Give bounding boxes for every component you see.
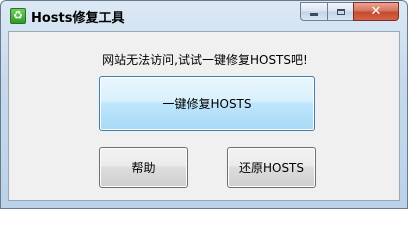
close-button[interactable]: ✕ [353, 2, 399, 21]
window-title: Hosts修复工具 [31, 11, 125, 26]
close-icon: ✕ [370, 4, 382, 19]
app-window: ♻ Hosts修复工具 ✕ 网站无法访问,试试一键修复HOSTS吧! 一键修复H… [0, 0, 408, 209]
restore-hosts-button[interactable]: 还原HOSTS [227, 147, 316, 188]
maximize-button[interactable] [327, 2, 354, 21]
one-click-repair-button[interactable]: 一键修复HOSTS [99, 76, 315, 131]
minimize-button[interactable] [300, 2, 328, 21]
recycle-icon: ♻ [10, 8, 26, 24]
dialog-body: 网站无法访问,试试一键修复HOSTS吧! 一键修复HOSTS 帮助 还原HOST… [8, 31, 400, 201]
prompt-message: 网站无法访问,试试一键修复HOSTS吧! [102, 53, 308, 67]
maximize-icon [336, 8, 345, 15]
minimize-icon [310, 13, 318, 16]
title-bar[interactable]: ♻ Hosts修复工具 ✕ [1, 1, 407, 31]
help-button[interactable]: 帮助 [99, 147, 188, 188]
